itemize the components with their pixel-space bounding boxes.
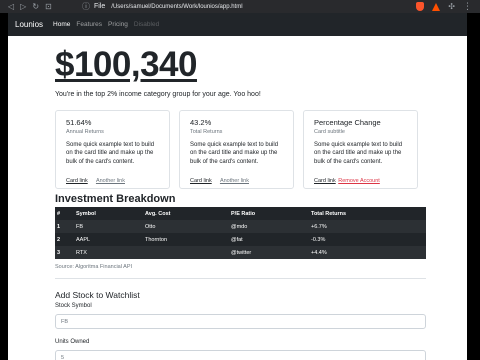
header-pe-ratio: P/E Ratio xyxy=(231,210,256,217)
card-total-returns: 43.2% Total Returns Some quick example t… xyxy=(179,110,294,189)
reload-icon[interactable]: ↻ xyxy=(32,2,39,11)
browser-nav-buttons: ◁ ▷ ↻ ⊡ xyxy=(0,2,82,11)
stock-symbol-value: FB xyxy=(61,318,69,325)
another-link[interactable]: Another link xyxy=(96,178,125,184)
card-link[interactable]: Card link xyxy=(66,178,88,184)
page-viewport: Lounios Home Features Pricing Disabled $… xyxy=(8,13,467,360)
balance-heading: $100,340 xyxy=(55,45,197,84)
units-owned-input[interactable]: 5 xyxy=(55,350,426,360)
back-icon[interactable]: ◁ xyxy=(8,2,14,11)
menu-icon[interactable]: ⋮ xyxy=(463,1,472,12)
lead-text: You're in the top 2% income category gro… xyxy=(55,91,261,98)
source-caption: Source: Algoritma Financial API xyxy=(55,264,133,270)
table-row: 3 RTX @twitter +4.4% xyxy=(55,246,426,259)
main-container: $100,340 You're in the top 2% income cat… xyxy=(8,44,467,360)
nav-pricing[interactable]: Pricing xyxy=(108,21,128,28)
cell-avg-cost xyxy=(143,246,229,259)
bookmark-icon[interactable]: ⊡ xyxy=(45,2,52,11)
remove-account-link[interactable]: Remove Account xyxy=(338,178,380,184)
stock-symbol-input[interactable]: FB xyxy=(55,314,426,329)
units-owned-label: Units Owned xyxy=(55,339,90,345)
card-subtitle: Card subtitle xyxy=(314,129,345,135)
table-row: 1 FB Otto @mdo +6.7% xyxy=(55,220,426,233)
cell-index: 2 xyxy=(57,236,61,243)
cards-row: 51.64% Annual Returns Some quick example… xyxy=(55,110,467,189)
address-bar[interactable]: /Users/samuel/Documents/Work/lounios/app… xyxy=(111,4,242,10)
brave-rewards-icon[interactable] xyxy=(432,2,441,11)
cell-symbol: FB xyxy=(76,223,84,230)
browser-toolbar: ◁ ▷ ↻ ⊡ ⓘ File /Users/samuel/Documents/W… xyxy=(0,0,480,13)
cell-total-returns: +6.7% xyxy=(311,223,327,230)
card-text: Some quick example text to build on the … xyxy=(66,142,155,165)
url-protocol: File xyxy=(94,3,106,10)
nav-disabled: Disabled xyxy=(133,21,160,28)
header-symbol: Symbol xyxy=(76,210,96,217)
nav-features[interactable]: Features xyxy=(76,21,102,28)
units-owned-value: 5 xyxy=(61,354,65,360)
cell-pe-ratio: @twitter xyxy=(231,249,252,256)
card-title: Percentage Change xyxy=(314,118,381,127)
cell-index: 3 xyxy=(57,249,61,256)
cell-index: 1 xyxy=(57,223,61,230)
brave-shield-icon[interactable] xyxy=(416,2,425,11)
investment-heading: Investment Breakdown xyxy=(55,193,176,205)
card-text: Some quick example text to build on the … xyxy=(314,142,403,165)
header-avg-cost: Avg. Cost xyxy=(145,210,171,217)
card-subtitle: Total Returns xyxy=(190,129,223,135)
card-title: 51.64% xyxy=(66,118,92,127)
cell-avg-cost: Otto xyxy=(145,223,156,230)
card-link[interactable]: Card link xyxy=(190,178,212,184)
card-title: 43.2% xyxy=(190,118,212,127)
another-link[interactable]: Another link xyxy=(220,178,249,184)
card-link[interactable]: Card link xyxy=(314,178,336,184)
divider xyxy=(55,278,426,279)
cell-symbol: AAPL xyxy=(76,236,91,243)
cell-symbol: RTX xyxy=(76,249,87,256)
forward-icon[interactable]: ▷ xyxy=(20,2,26,11)
cell-pe-ratio: @fat xyxy=(231,236,243,243)
cell-total-returns: +4.4% xyxy=(311,249,327,256)
extensions-icon[interactable]: ✣ xyxy=(448,2,455,11)
card-subtitle: Annual Returns xyxy=(66,129,104,135)
card-annual-returns: 51.64% Annual Returns Some quick example… xyxy=(55,110,170,189)
cell-avg-cost: Thornton xyxy=(145,236,168,243)
investment-table: # Symbol Avg. Cost P/E Ratio Total Retur… xyxy=(55,207,426,259)
cell-total-returns: -0.3% xyxy=(311,236,326,243)
info-icon[interactable]: ⓘ xyxy=(82,1,90,12)
table-header-row: # Symbol Avg. Cost P/E Ratio Total Retur… xyxy=(55,207,426,220)
header-index: # xyxy=(57,210,61,217)
table-row: 2 AAPL Thornton @fat -0.3% xyxy=(55,233,426,246)
card-percentage-change: Percentage Change Card subtitle Some qui… xyxy=(303,110,418,189)
cell-pe-ratio: @mdo xyxy=(231,223,248,230)
stock-symbol-label: Stock Symbol xyxy=(55,303,92,309)
navbar-brand[interactable]: Lounios xyxy=(15,20,43,29)
header-total-returns: Total Returns xyxy=(311,210,347,217)
nav-home[interactable]: Home xyxy=(53,21,70,28)
navbar: Lounios Home Features Pricing Disabled xyxy=(8,13,467,36)
card-text: Some quick example text to build on the … xyxy=(190,142,279,165)
watchlist-heading: Add Stock to Watchlist xyxy=(55,290,140,300)
